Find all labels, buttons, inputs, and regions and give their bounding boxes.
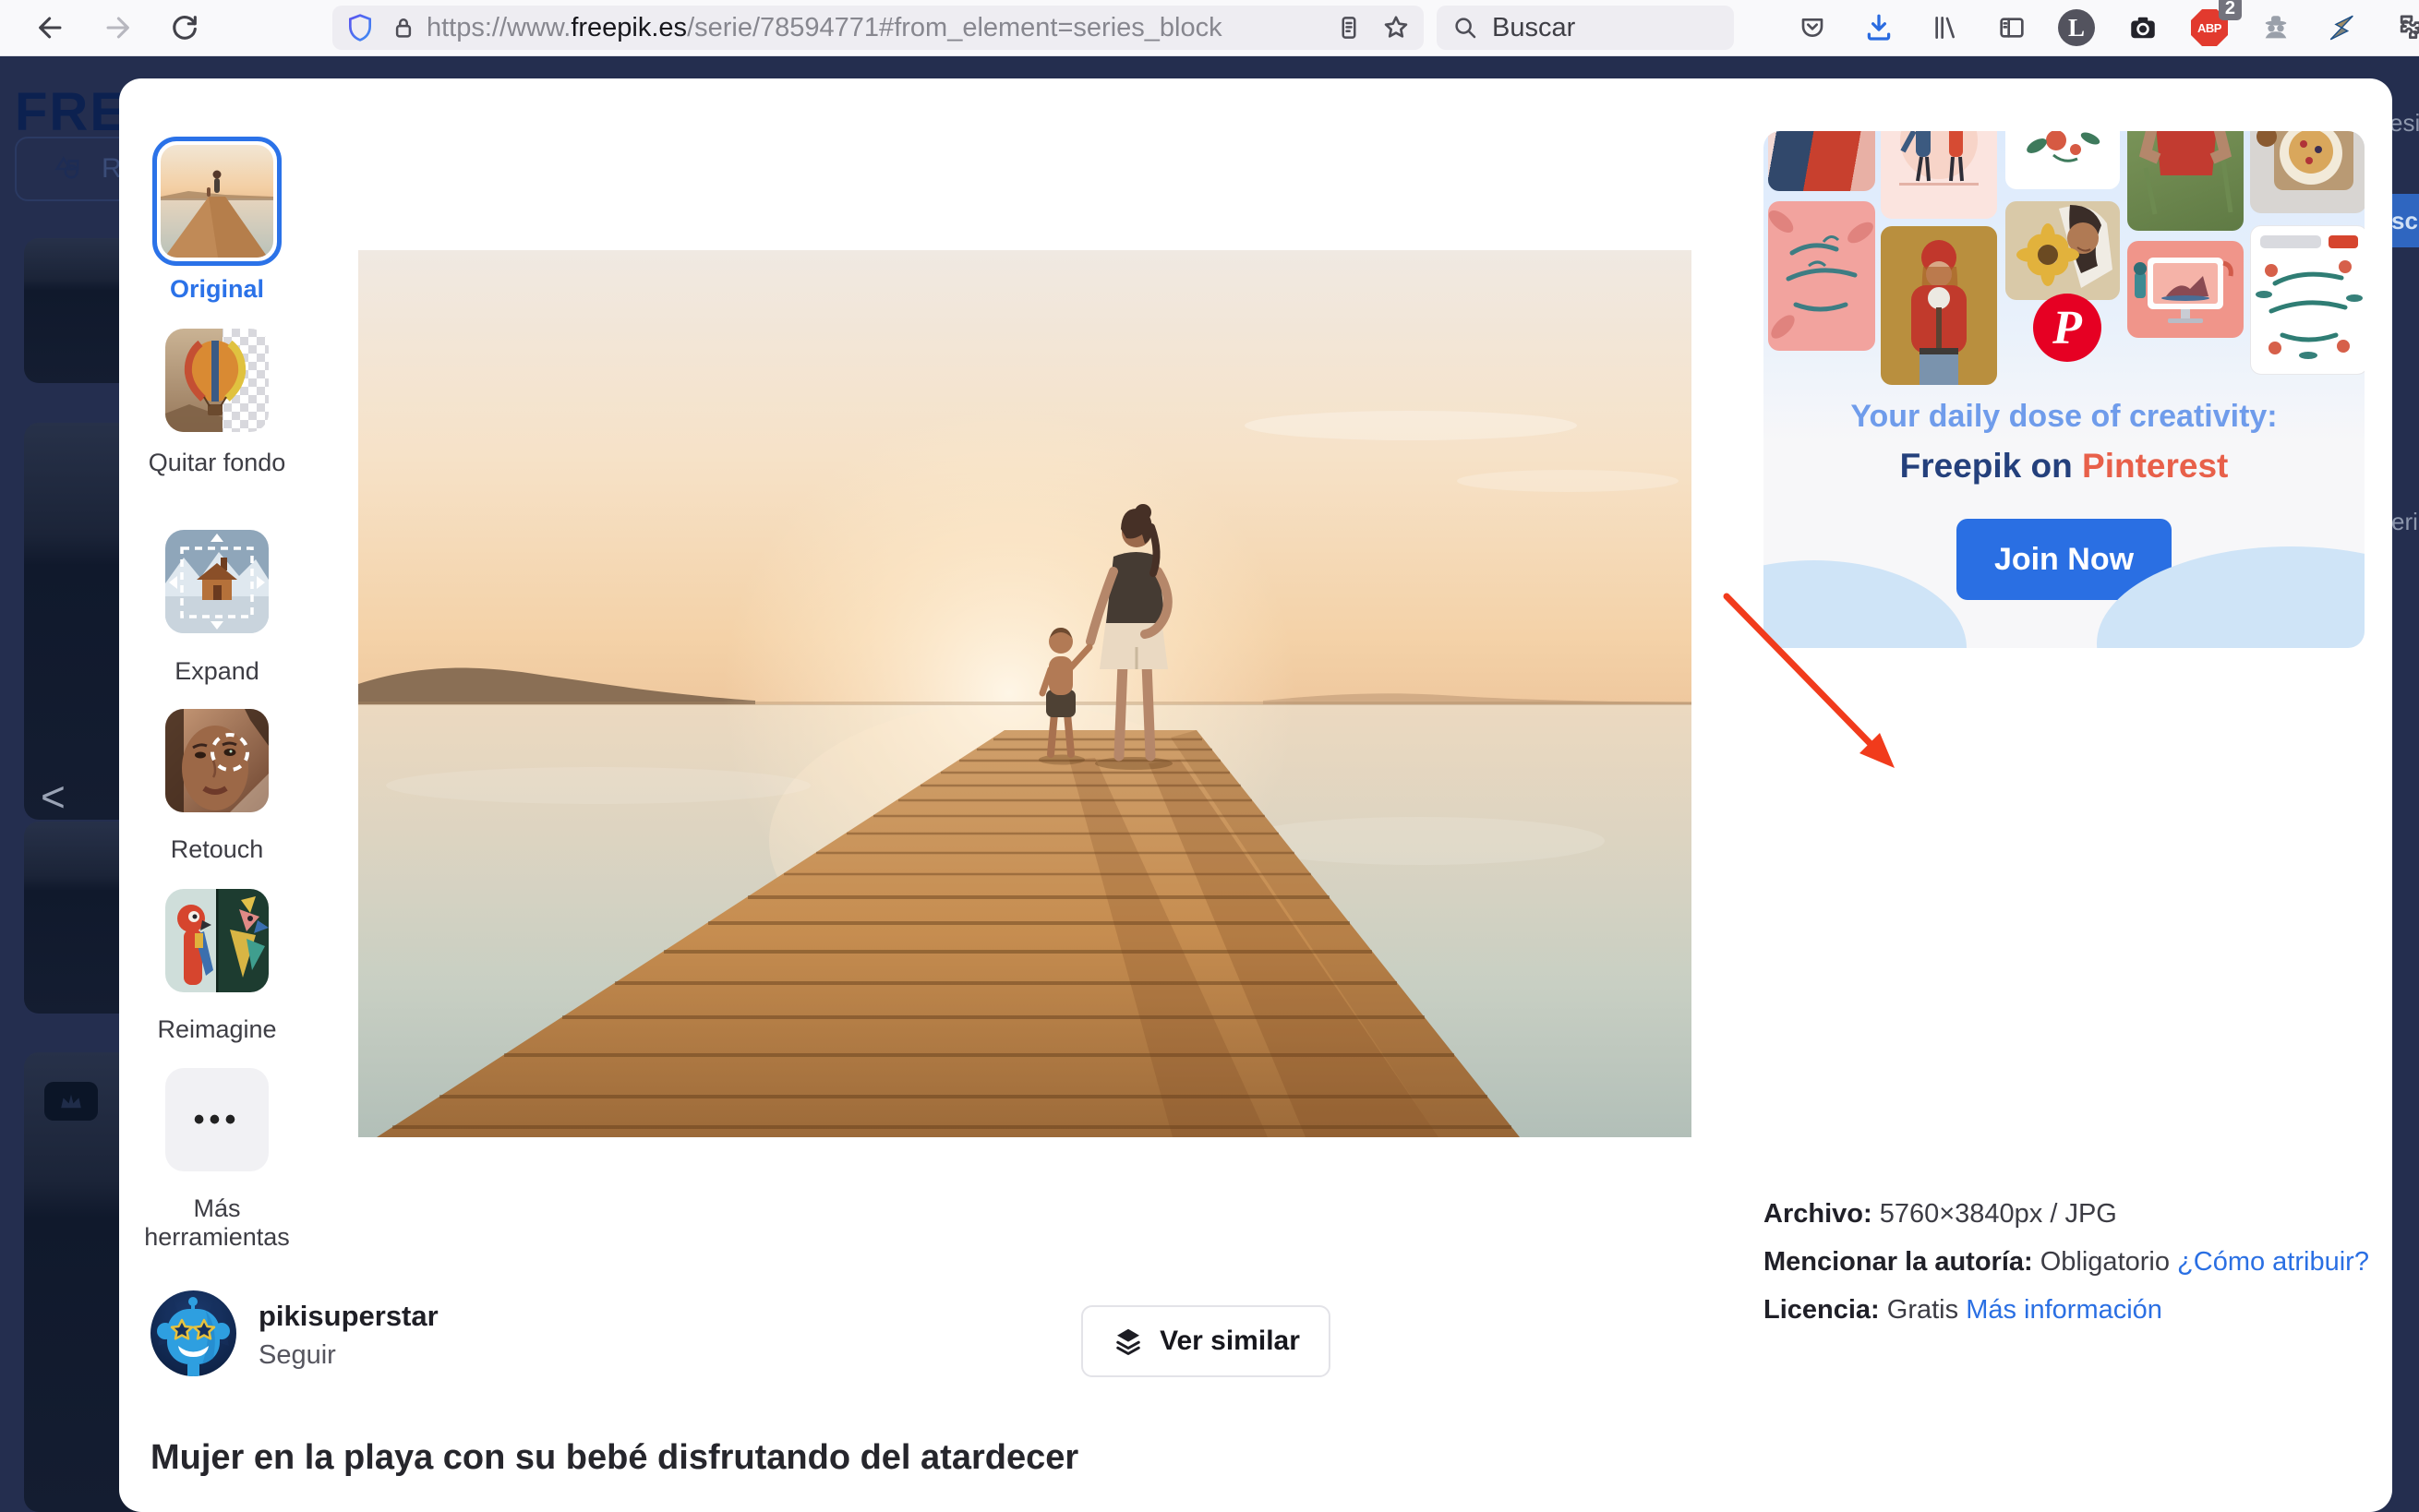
pocket-icon xyxy=(1798,13,1827,42)
tool-remove-background-label: Quitar fondo xyxy=(125,449,309,477)
tool-more-tools-label: Más herramientas xyxy=(125,1194,309,1252)
collage-sunflower-tile xyxy=(2005,201,2120,300)
bookmark-star-icon[interactable] xyxy=(1381,13,1411,42)
layers-icon xyxy=(1112,1325,1145,1358)
arrow-extension-button[interactable] xyxy=(2321,0,2364,55)
pinterest-promo-banner: P Your daily dose of creativity: Freepik… xyxy=(1763,131,2365,648)
collage-photo-tile xyxy=(2127,131,2244,231)
screenshot-root: FRE R < esi sc eri xyxy=(0,0,2419,1512)
collage-illustration-tile xyxy=(1768,131,1875,191)
library-icon xyxy=(1931,13,1960,42)
camera-icon xyxy=(2126,11,2160,44)
collage-positive-energy-tile xyxy=(2250,225,2365,375)
search-input[interactable]: Buscar xyxy=(1437,6,1734,50)
back-button[interactable] xyxy=(30,0,72,55)
reload-button[interactable] xyxy=(163,0,206,55)
tool-reimagine[interactable] xyxy=(165,889,269,992)
reimagine-thumbnail xyxy=(165,889,269,992)
search-icon xyxy=(1451,14,1479,42)
original-thumbnail-image xyxy=(161,145,273,258)
see-similar-button[interactable]: Ver similar xyxy=(1081,1305,1330,1377)
collage-yoga-illustration-tile xyxy=(2127,241,2244,338)
how-to-attribute-link[interactable]: ¿Cómo atribuir? xyxy=(2177,1247,2369,1277)
carousel-prev-chevron-icon[interactable]: < xyxy=(41,772,66,822)
search-placeholder: Buscar xyxy=(1492,13,1575,43)
author-avatar[interactable] xyxy=(150,1290,236,1376)
extensions-puzzle-button[interactable] xyxy=(2388,0,2419,55)
library-button[interactable] xyxy=(1924,0,1967,55)
collage-illustration-tile xyxy=(1881,131,1997,219)
downloads-button[interactable] xyxy=(1858,0,1900,55)
collage-floral-tile xyxy=(2005,131,2120,189)
image-title: Mujer en la playa con su bebé disfrutand… xyxy=(150,1438,1720,1478)
downloads-arrow-icon xyxy=(1863,12,1895,43)
collage-beret-woman-tile xyxy=(1881,226,1997,385)
tool-expand-label: Expand xyxy=(125,657,309,686)
expand-thumbnail xyxy=(165,530,269,633)
banner-subheadline: Freepik on Pinterest xyxy=(1763,447,2365,486)
lock-icon[interactable] xyxy=(390,14,417,42)
tracking-protection-shield-icon[interactable] xyxy=(345,13,375,42)
reader-mode-icon[interactable] xyxy=(1335,14,1363,42)
banner-headline: Your daily dose of creativity: xyxy=(1763,399,2365,435)
file-info-line: Archivo: 5760×3840px / JPG xyxy=(1763,1199,2373,1230)
browser-toolbar: https://www.freepik.es/serie/78594771#fr… xyxy=(0,0,2419,56)
tool-original[interactable] xyxy=(152,137,282,266)
annotation-arrow xyxy=(1714,587,1917,790)
url-bar[interactable]: https://www.freepik.es/serie/78594771#fr… xyxy=(332,6,1424,50)
follow-link[interactable]: Seguir xyxy=(259,1340,336,1371)
adblock-badge: 2 xyxy=(2219,0,2242,20)
adblock-extension-button[interactable]: ABP 2 xyxy=(2188,0,2231,55)
lastpass-icon: L xyxy=(2058,9,2095,46)
sidebar-toggle-button[interactable] xyxy=(1991,0,2033,55)
background-download-button-fragment: sc xyxy=(2391,194,2419,247)
collage-food-photo-tile xyxy=(2250,131,2365,213)
shapes-icon xyxy=(57,159,78,178)
author-name[interactable]: pikisuperstar xyxy=(259,1300,439,1333)
tool-reimagine-label: Reimagine xyxy=(125,1015,309,1044)
tool-retouch-label: Retouch xyxy=(125,835,309,864)
back-arrow-icon xyxy=(35,12,66,43)
url-text: https://www.freepik.es/serie/78594771#fr… xyxy=(427,13,1222,43)
tool-more-tools[interactable]: ••• xyxy=(165,1068,269,1171)
tool-expand[interactable] xyxy=(165,530,269,633)
freepik-logo-fragment: FRE xyxy=(15,81,127,143)
puzzle-icon xyxy=(2393,12,2419,43)
incognito-extension-button[interactable] xyxy=(2255,0,2297,55)
background-text-fragment: eri xyxy=(2391,508,2418,536)
retouch-thumbnail xyxy=(165,709,269,812)
lastpass-extension-button[interactable]: L xyxy=(2055,0,2098,55)
tool-original-label: Original xyxy=(125,275,309,304)
more-info-link[interactable]: Más información xyxy=(1966,1295,2162,1325)
tool-remove-background[interactable] xyxy=(165,329,269,432)
background-login-text-fragment: esi xyxy=(2389,109,2419,138)
forward-button[interactable] xyxy=(96,0,138,55)
premium-crown-badge xyxy=(44,1082,98,1121)
reload-icon xyxy=(169,12,200,43)
spy-icon xyxy=(2260,12,2292,43)
license-info-line: Licencia: Gratis Más información xyxy=(1763,1295,2373,1326)
collage-adventure-card-tile xyxy=(1768,201,1875,351)
sidebar-icon xyxy=(1997,13,2027,42)
attribution-info-line: Mencionar la autoría: Obligatorio ¿Cómo … xyxy=(1763,1247,2373,1278)
pocket-button[interactable] xyxy=(1791,0,1834,55)
arrow-extension-icon xyxy=(2327,12,2358,43)
remove-background-thumbnail xyxy=(165,329,269,432)
pinterest-logo: P xyxy=(2033,294,2101,362)
tool-retouch[interactable] xyxy=(165,709,269,812)
screenshot-extension-button[interactable] xyxy=(2122,0,2164,55)
preview-image[interactable] xyxy=(358,250,1691,1137)
ellipsis-icon: ••• xyxy=(194,1102,241,1138)
forward-arrow-icon xyxy=(102,12,133,43)
